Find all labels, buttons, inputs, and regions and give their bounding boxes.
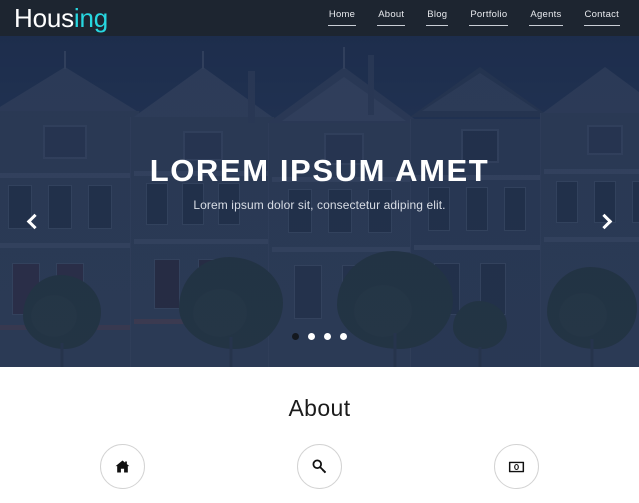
top-navigation-bar: Housing Home About Blog Portfolio Agents…: [0, 0, 639, 36]
nav-link-about[interactable]: About: [376, 9, 406, 20]
nav-link-portfolio[interactable]: Portfolio: [468, 9, 509, 20]
nav-underline: [529, 24, 563, 26]
logo-text-primary: Hous: [14, 3, 74, 33]
hero-content: LOREM IPSUM AMET Lorem ipsum dolor sit, …: [0, 152, 639, 212]
site-logo[interactable]: Housing: [14, 5, 108, 31]
nav-link-home[interactable]: Home: [327, 9, 357, 20]
nav-underline: [469, 24, 509, 26]
nav-underline: [327, 24, 357, 26]
carousel-dot-3[interactable]: [324, 333, 331, 340]
nav-underline: [377, 24, 406, 26]
nav-item-portfolio[interactable]: Portfolio: [468, 9, 509, 27]
about-cards: Lorem ipsum dolor sit amet, consectetur …: [0, 444, 639, 503]
chevron-left-icon: [26, 213, 43, 229]
nav-menu: Home About Blog Portfolio Agents Contact: [327, 9, 621, 27]
carousel-next-button[interactable]: [593, 208, 619, 234]
carousel-dot-1[interactable]: [292, 333, 299, 340]
carousel-dot-2[interactable]: [308, 333, 315, 340]
about-section: About Lorem ipsum dolor sit amet, consec…: [0, 367, 639, 503]
carousel-dot-4[interactable]: [340, 333, 347, 340]
about-card-icon-circle[interactable]: [494, 444, 539, 489]
nav-item-blog[interactable]: Blog: [425, 9, 449, 27]
about-card-icon-circle[interactable]: [297, 444, 342, 489]
nav-item-contact[interactable]: Contact: [583, 9, 622, 27]
about-card: Lorem ipsum dolor sit amet, consectetur: [24, 444, 221, 503]
nav-item-home[interactable]: Home: [327, 9, 357, 27]
nav-item-about[interactable]: About: [376, 9, 406, 27]
nav-link-blog[interactable]: Blog: [425, 9, 449, 20]
logo-text-accent: ing: [73, 3, 109, 33]
about-card: Lorem ipsum dolor sit amet, consectetur: [418, 444, 615, 503]
hero-carousel: LOREM IPSUM AMET Lorem ipsum dolor sit, …: [0, 36, 639, 367]
nav-link-agents[interactable]: Agents: [528, 9, 563, 20]
carousel-prev-button[interactable]: [20, 208, 46, 234]
nav-item-agents[interactable]: Agents: [528, 9, 563, 27]
nav-link-contact[interactable]: Contact: [583, 9, 622, 20]
nav-underline: [426, 24, 449, 26]
money-icon: [508, 461, 525, 473]
about-section-title: About: [288, 395, 351, 421]
key-icon: [312, 459, 327, 474]
carousel-dots: [0, 333, 639, 340]
home-icon: [115, 460, 130, 474]
about-card-icon-circle[interactable]: [100, 444, 145, 489]
chevron-right-icon: [596, 213, 613, 229]
about-card: Lorem ipsum dolor sit amet, consectetur: [221, 444, 418, 503]
nav-underline: [583, 24, 620, 26]
hero-title: LOREM IPSUM AMET: [149, 153, 490, 188]
hero-subtitle: Lorem ipsum dolor sit, consectetur adipi…: [193, 198, 446, 213]
